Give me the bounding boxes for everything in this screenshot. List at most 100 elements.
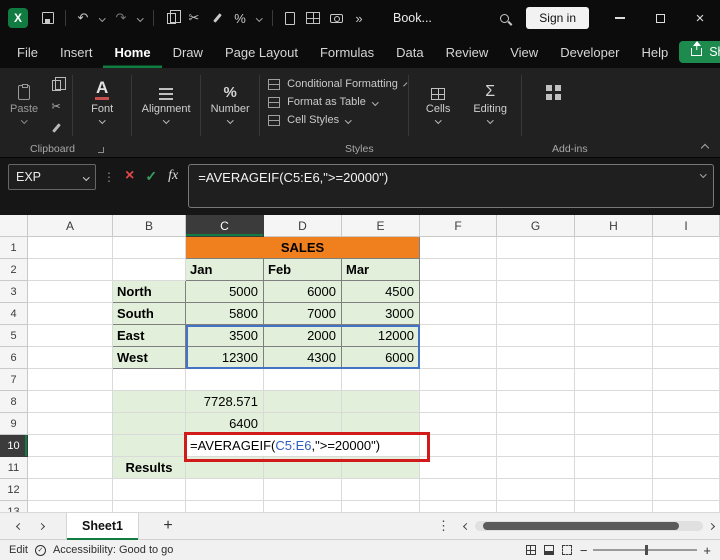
cell-A1[interactable] — [28, 237, 113, 259]
save-icon[interactable] — [37, 5, 59, 31]
row-header-11[interactable]: 11 — [0, 457, 28, 479]
sheet-tab-sheet1[interactable]: Sheet1 — [66, 513, 139, 540]
percent-style-icon[interactable]: % — [229, 5, 251, 31]
cell-A7[interactable] — [28, 369, 113, 391]
enter-icon[interactable]: ✓ — [145, 169, 157, 183]
more-commands-icon[interactable]: » — [348, 5, 370, 31]
paste-dropdown-icon[interactable] — [21, 117, 27, 123]
zoom-in-icon[interactable]: + — [703, 544, 711, 557]
cell-H8[interactable] — [575, 391, 653, 413]
cell-G9[interactable] — [497, 413, 575, 435]
cell-I4[interactable] — [653, 303, 720, 325]
font-dropdown-icon[interactable] — [99, 117, 105, 123]
cell-D4[interactable]: 7000 — [264, 303, 342, 325]
cell-F2[interactable] — [420, 259, 497, 281]
row-header-5[interactable]: 5 — [0, 325, 28, 347]
cell-D8[interactable] — [264, 391, 342, 413]
cell-B2[interactable] — [113, 259, 186, 281]
cell-A8[interactable] — [28, 391, 113, 413]
cut-ribbon-icon[interactable]: ✂ — [46, 98, 66, 115]
menu-tab-data[interactable]: Data — [385, 36, 434, 68]
styles-item-dropdown-icon[interactable] — [403, 82, 407, 86]
cells-group-button[interactable]: Cells — [413, 73, 463, 126]
sheet-nav-right-icon[interactable] — [30, 524, 52, 529]
cell-B8[interactable] — [113, 391, 186, 413]
cell-H6[interactable] — [575, 347, 653, 369]
collapse-ribbon-icon[interactable] — [701, 144, 709, 152]
row-header-1[interactable]: 1 — [0, 237, 28, 259]
cell-B12[interactable] — [113, 479, 186, 501]
cell-F13[interactable] — [420, 501, 497, 512]
cell-A10[interactable] — [28, 435, 113, 457]
styles-item-cell-styles[interactable]: Cell Styles — [268, 114, 398, 126]
menu-tab-view[interactable]: View — [499, 36, 549, 68]
cell-F9[interactable] — [420, 413, 497, 435]
cell-G10[interactable] — [497, 435, 575, 457]
cell-A6[interactable] — [28, 347, 113, 369]
select-all-button[interactable] — [0, 215, 28, 237]
cell-D12[interactable] — [264, 479, 342, 501]
row-header-10[interactable]: 10 — [0, 435, 28, 457]
zoom-out-icon[interactable]: − — [580, 544, 588, 557]
redo-icon[interactable]: ↷ — [110, 5, 132, 31]
cell-H2[interactable] — [575, 259, 653, 281]
menu-tab-help[interactable]: Help — [630, 36, 679, 68]
horizontal-scrollbar-thumb[interactable] — [483, 522, 679, 530]
styles-item-conditional-formatting[interactable]: Conditional Formatting — [268, 78, 398, 90]
cell-A3[interactable] — [28, 281, 113, 303]
cell-G2[interactable] — [497, 259, 575, 281]
styles-item-dropdown-icon[interactable] — [372, 99, 378, 105]
cell-I7[interactable] — [653, 369, 720, 391]
styles-item-dropdown-icon[interactable] — [345, 117, 351, 123]
zoom-slider[interactable] — [593, 549, 697, 551]
cell-H5[interactable] — [575, 325, 653, 347]
cell-E11[interactable] — [342, 457, 420, 479]
undo-icon[interactable]: ↶ — [72, 5, 94, 31]
cell-C6[interactable]: 12300 — [186, 347, 264, 369]
cell-C11[interactable] — [186, 457, 264, 479]
horizontal-scrollbar[interactable] — [475, 521, 703, 531]
cell-H1[interactable] — [575, 237, 653, 259]
cell-F1[interactable] — [420, 237, 497, 259]
cut-icon[interactable]: ✂ — [183, 5, 205, 31]
cell-H4[interactable] — [575, 303, 653, 325]
cell-E4[interactable]: 3000 — [342, 303, 420, 325]
alignment-group-button[interactable]: Alignment — [136, 73, 196, 126]
cell-I11[interactable] — [653, 457, 720, 479]
cell-C4[interactable]: 5800 — [186, 303, 264, 325]
cell-C5[interactable]: 3500 — [186, 325, 264, 347]
cell-A5[interactable] — [28, 325, 113, 347]
cell-E7[interactable] — [342, 369, 420, 391]
menu-tab-insert[interactable]: Insert — [49, 36, 104, 68]
cell-G5[interactable] — [497, 325, 575, 347]
table-icon[interactable] — [302, 5, 324, 31]
cell-F4[interactable] — [420, 303, 497, 325]
menu-tab-page-layout[interactable]: Page Layout — [214, 36, 309, 68]
cell-I2[interactable] — [653, 259, 720, 281]
cell-A4[interactable] — [28, 303, 113, 325]
menu-tab-draw[interactable]: Draw — [162, 36, 214, 68]
addins-button[interactable] — [526, 73, 580, 103]
cell-D2[interactable]: Feb — [264, 259, 342, 281]
cell-B9[interactable] — [113, 413, 186, 435]
copy-ribbon-icon[interactable] — [46, 77, 66, 94]
cell-C8[interactable]: 7728.571 — [186, 391, 264, 413]
row-header-12[interactable]: 12 — [0, 479, 28, 501]
cell-G11[interactable] — [497, 457, 575, 479]
cell-C10[interactable]: =AVERAGEIF(C5:E6,">=20000") — [186, 435, 420, 457]
row-header-4[interactable]: 4 — [0, 303, 28, 325]
cell-F12[interactable] — [420, 479, 497, 501]
cell-G1[interactable] — [497, 237, 575, 259]
cell-D3[interactable]: 6000 — [264, 281, 342, 303]
font-group-button[interactable]: A Font — [77, 73, 127, 126]
close-button[interactable]: × — [680, 0, 720, 36]
share-button[interactable]: Share — [679, 41, 720, 63]
redo-dropdown-icon[interactable] — [133, 5, 147, 31]
cell-I13[interactable] — [653, 501, 720, 512]
cell-G4[interactable] — [497, 303, 575, 325]
cell-F7[interactable] — [420, 369, 497, 391]
column-header-B[interactable]: B — [113, 215, 186, 237]
cell-C2[interactable]: Jan — [186, 259, 264, 281]
cell-E8[interactable] — [342, 391, 420, 413]
cell-F8[interactable] — [420, 391, 497, 413]
